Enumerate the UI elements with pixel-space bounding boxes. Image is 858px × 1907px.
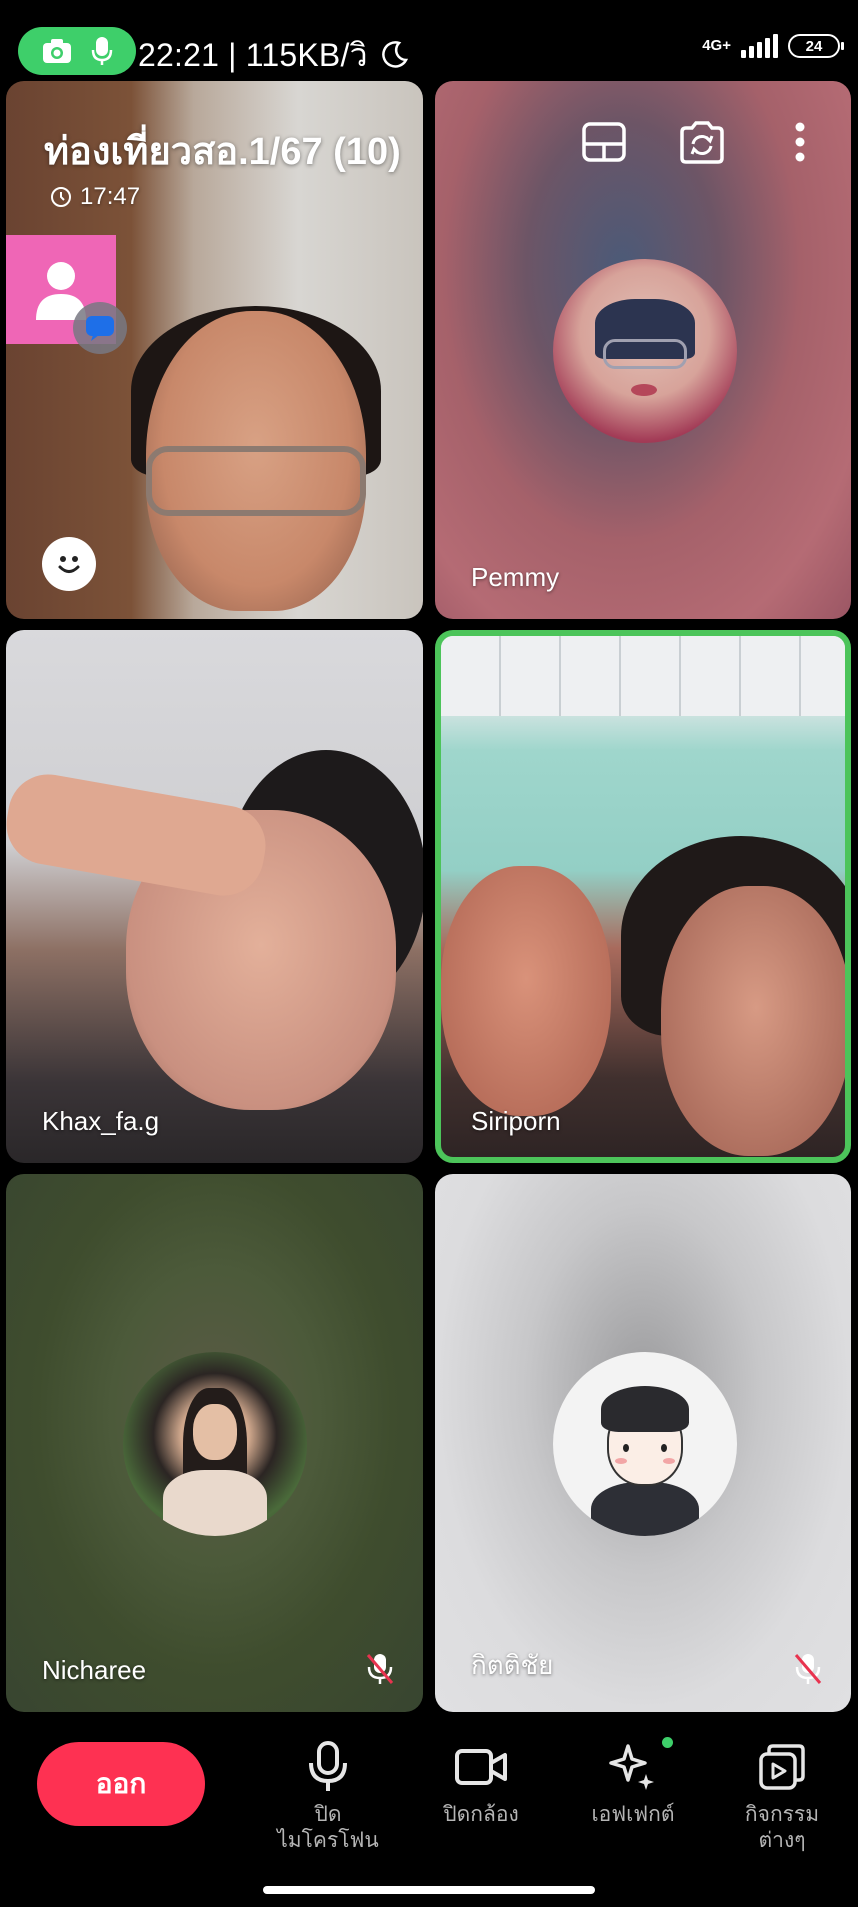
avatar xyxy=(553,259,737,443)
status-bar: 22:21 | 115KB/วิ 4G+ 24 xyxy=(0,0,858,76)
mic-icon xyxy=(309,1741,347,1791)
network-type: 4G+ xyxy=(702,37,731,54)
mic-icon xyxy=(91,37,112,65)
participant-name: Khax_fa.g xyxy=(42,1106,160,1136)
camera-off-label: ปิดกล้อง xyxy=(443,1803,519,1826)
status-time: 22:21 | 115KB/วิ xyxy=(138,30,409,81)
activities-label-2: ต่างๆ xyxy=(758,1829,806,1852)
avatar xyxy=(553,1352,737,1536)
call-duration-text: 17:47 xyxy=(80,183,141,210)
switch-camera-icon xyxy=(680,121,724,164)
recording-indicator[interactable] xyxy=(18,27,136,75)
leave-call-button[interactable]: ออก xyxy=(37,1742,205,1826)
activities-button[interactable]: กิจกรรม ต่างๆ xyxy=(712,1740,852,1854)
effects-new-badge xyxy=(662,1737,673,1748)
call-duration: 17:47 xyxy=(50,183,140,211)
more-options-button[interactable] xyxy=(776,118,824,166)
mute-mic-button[interactable]: ปิด ไมโครโฟน xyxy=(258,1740,398,1854)
camera-off-button[interactable]: ปิดกล้อง xyxy=(411,1740,551,1828)
mute-mic-label-2: ไมโครโฟน xyxy=(277,1829,379,1852)
switch-camera-button[interactable] xyxy=(678,118,726,166)
mic-muted-icon xyxy=(366,1654,394,1684)
layout-button[interactable] xyxy=(580,118,628,166)
battery-icon: 24 xyxy=(788,34,844,58)
participant-name: Nicharee xyxy=(42,1655,147,1685)
chat-button[interactable] xyxy=(73,302,127,354)
effects-button[interactable]: เอฟเฟกต์ xyxy=(563,1740,703,1828)
call-toolbar: ออก ปิด ไมโครโฟน ปิดกล้อง เอฟเฟกต์ กิจกร… xyxy=(0,1712,858,1907)
battery-level: 24 xyxy=(805,37,823,55)
more-icon xyxy=(795,122,805,162)
call-title: ท่องเที่ยวสอ.1/67 (10) xyxy=(44,131,401,173)
sparkle-icon xyxy=(609,1744,654,1790)
participant-tile-siriporn[interactable]: Siriporn xyxy=(435,630,851,1163)
layout-icon xyxy=(582,122,626,162)
reaction-button[interactable] xyxy=(42,537,96,591)
participant-tile-nicharee[interactable]: Nicharee xyxy=(6,1174,423,1712)
avatar xyxy=(123,1352,307,1536)
video-icon xyxy=(455,1749,507,1785)
participant-tile-kittichai[interactable]: กิตติชัย xyxy=(435,1174,851,1712)
participant-tile-khax[interactable]: Khax_fa.g xyxy=(6,630,423,1163)
camera-icon xyxy=(42,39,71,63)
clock-icon xyxy=(51,187,71,207)
mute-mic-label-1: ปิด xyxy=(314,1803,342,1826)
participant-name: Pemmy xyxy=(471,562,560,592)
call-controls-top xyxy=(580,118,824,166)
participant-name: กิตติชัย xyxy=(471,1650,554,1680)
status-time-text: 22:21 | 115KB/วิ xyxy=(138,37,368,73)
signal-icon xyxy=(741,34,778,58)
effects-label: เอฟเฟกต์ xyxy=(591,1803,675,1826)
activities-label-1: กิจกรรม xyxy=(744,1803,820,1826)
status-right: 4G+ 24 xyxy=(702,34,844,58)
chat-icon xyxy=(86,316,114,341)
home-indicator[interactable] xyxy=(263,1886,595,1894)
activity-icon xyxy=(759,1744,805,1790)
participant-name: Siriporn xyxy=(471,1106,561,1136)
moon-icon xyxy=(381,41,408,68)
mic-muted-icon xyxy=(794,1654,822,1684)
smile-icon xyxy=(58,556,80,573)
